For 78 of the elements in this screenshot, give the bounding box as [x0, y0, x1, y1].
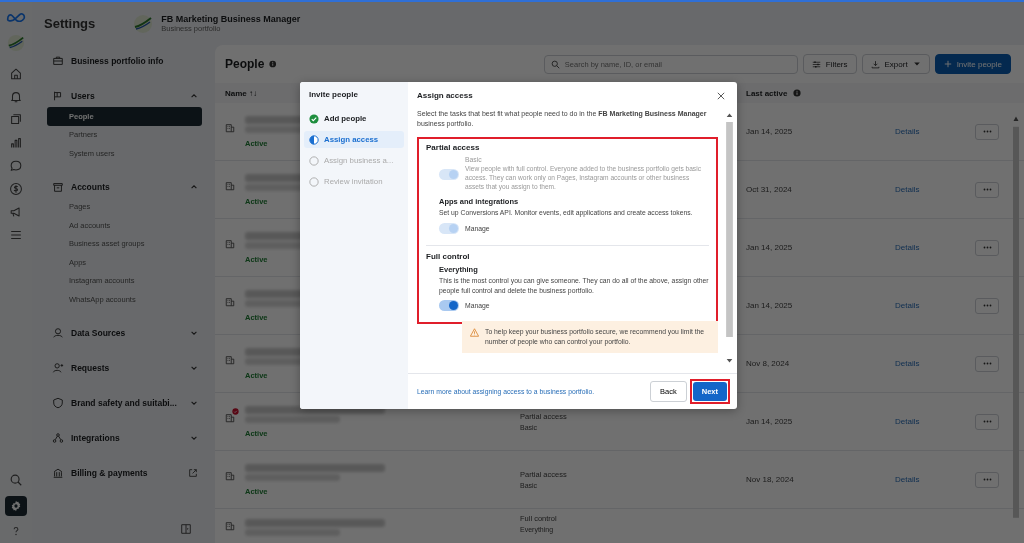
add-person-icon — [52, 361, 64, 374]
plus-icon — [943, 60, 952, 68]
details-link[interactable]: Details — [895, 127, 920, 136]
last-active-date: Jan 14, 2025 — [746, 417, 793, 426]
sidebar-heading[interactable]: Accounts — [47, 175, 202, 198]
invite-button[interactable]: Invite people — [934, 54, 1011, 74]
details-link[interactable]: Details — [895, 417, 920, 426]
details-link[interactable]: Details — [895, 359, 920, 368]
details-link[interactable]: Details — [895, 475, 920, 484]
bank-icon — [52, 466, 64, 479]
sidebar-heading[interactable]: Users — [47, 85, 202, 107]
box-icon — [52, 180, 64, 193]
download-icon — [870, 59, 880, 69]
menu-icon[interactable] — [9, 228, 23, 242]
sliders-icon — [811, 59, 821, 69]
details-link[interactable]: Details — [895, 243, 920, 252]
sidebar-heading[interactable]: Requests — [47, 356, 202, 379]
business-logo[interactable] — [7, 34, 25, 52]
page-title: Settings — [44, 16, 96, 31]
toggle-switch[interactable] — [439, 300, 459, 312]
empty-circle-icon — [309, 176, 319, 187]
more-button[interactable] — [975, 239, 999, 256]
close-icon[interactable] — [717, 91, 725, 100]
external-link-icon — [188, 467, 198, 478]
flag-icon — [52, 90, 64, 102]
last-active-date: Jan 14, 2025 — [746, 301, 793, 310]
half-circle-icon — [309, 134, 319, 145]
dollar-icon[interactable] — [9, 182, 23, 196]
sidebar-heading[interactable]: Billing & payments — [47, 461, 202, 484]
last-active-date: Jan 14, 2025 — [746, 127, 793, 136]
bell-icon[interactable] — [9, 90, 23, 104]
more-button[interactable] — [975, 355, 999, 372]
sidebar-heading[interactable]: Integrations — [47, 426, 202, 449]
last-active-date: Jan 14, 2025 — [746, 243, 793, 252]
more-button[interactable] — [975, 297, 999, 314]
briefcase-icon — [52, 55, 64, 67]
sidebar-heading[interactable]: Business portfolio info — [47, 50, 202, 72]
empty-circle-icon — [309, 155, 319, 166]
more-button[interactable] — [975, 471, 999, 488]
warning-icon — [470, 328, 479, 338]
details-link[interactable]: Details — [895, 185, 920, 194]
more-button[interactable] — [975, 123, 999, 140]
home-icon[interactable] — [9, 67, 23, 81]
chat-icon[interactable] — [9, 159, 23, 173]
column-header[interactable]: Last active — [746, 88, 788, 98]
section-heading: Partial access — [426, 143, 481, 153]
meta-logo[interactable] — [6, 12, 26, 22]
export-button[interactable]: Export — [861, 54, 930, 74]
search-icon — [550, 59, 560, 69]
last-active-date: Nov 8, 2024 — [746, 359, 790, 368]
check-circle-icon — [309, 113, 319, 124]
business-name: FB Marketing Business Manager — [161, 14, 301, 24]
info-icon — [269, 60, 277, 68]
last-active-date: Nov 18, 2024 — [746, 475, 794, 484]
search-icon[interactable] — [9, 473, 23, 487]
sidebar-heading[interactable]: Brand safety and suitabi... — [47, 391, 202, 414]
section-heading: Full control — [426, 251, 471, 261]
info-icon — [793, 89, 802, 97]
panel-title: Assign access — [417, 91, 473, 100]
filters-button[interactable]: Filters — [802, 54, 857, 74]
layers-icon[interactable] — [9, 113, 23, 127]
nodes-icon — [52, 431, 64, 444]
shield-icon — [52, 396, 64, 409]
megaphone-icon[interactable] — [9, 205, 23, 219]
more-button[interactable] — [975, 181, 999, 198]
collapse-panel-icon[interactable] — [180, 523, 192, 535]
settings-button[interactable] — [5, 496, 27, 516]
more-button[interactable] — [975, 413, 999, 430]
last-active-date: Oct 31, 2024 — [746, 185, 792, 194]
business-logo — [133, 13, 154, 34]
page-heading: People — [225, 57, 265, 71]
details-link[interactable]: Details — [895, 301, 920, 310]
person-icon — [52, 326, 64, 339]
bar-chart-icon[interactable] — [9, 136, 23, 150]
caret-icon — [912, 60, 921, 68]
sidebar-heading[interactable]: Data Sources — [47, 321, 202, 344]
dialog-title: Invite people — [308, 90, 359, 99]
settings-icon — [10, 500, 22, 512]
